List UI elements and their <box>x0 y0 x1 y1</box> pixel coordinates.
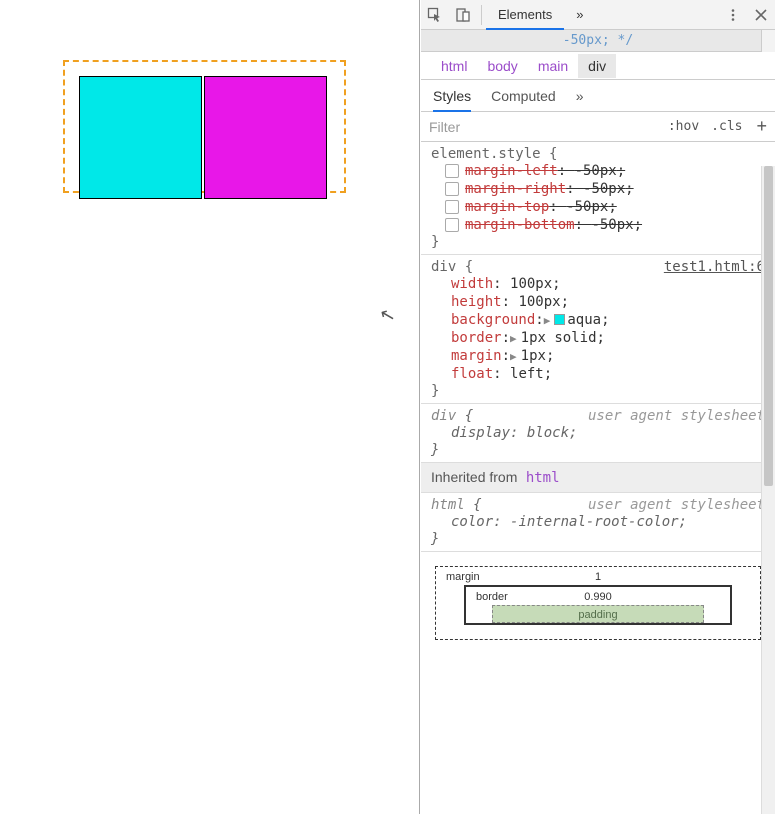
elements-panel-tab[interactable]: Elements <box>486 0 564 30</box>
crumb-div[interactable]: div <box>578 54 616 78</box>
subtabs-overflow-icon[interactable]: » <box>576 80 584 112</box>
dom-scroll-arrow-icon[interactable] <box>761 30 775 52</box>
box-model-diagram[interactable]: margin 1 border 0.990 padding <box>421 552 775 640</box>
disclosure-triangle-icon[interactable]: ▶ <box>544 314 551 327</box>
rendered-page-viewport: ↖ <box>0 0 420 814</box>
inspect-element-icon[interactable] <box>421 1 449 29</box>
styles-rules-list: element.style { margin-left: -50px; marg… <box>421 142 775 814</box>
panel-tabs-overflow-icon[interactable]: » <box>564 0 595 30</box>
crumb-body[interactable]: body <box>477 54 527 78</box>
scrollbar-thumb[interactable] <box>764 166 773 486</box>
dom-breadcrumb: html body main div <box>421 52 775 80</box>
crumb-html[interactable]: html <box>431 54 477 78</box>
cls-toggle[interactable]: .cls <box>705 119 748 134</box>
highlighted-container <box>63 60 346 193</box>
styles-tab[interactable]: Styles <box>433 80 471 112</box>
computed-tab[interactable]: Computed <box>491 80 556 112</box>
rule-element-style[interactable]: element.style { margin-left: -50px; marg… <box>421 142 775 255</box>
inherited-from-header: Inherited from html <box>421 463 775 493</box>
rule-div-useragent[interactable]: user agent stylesheet div { display: blo… <box>421 404 775 463</box>
devtools-toolbar: Elements » <box>421 0 775 30</box>
styles-filter-bar: :hov .cls + <box>421 112 775 142</box>
rule-html-useragent[interactable]: user agent stylesheet html { color: -int… <box>421 493 775 552</box>
disclosure-triangle-icon[interactable]: ▶ <box>510 350 517 363</box>
styles-subtabs: Styles Computed » <box>421 80 775 112</box>
crumb-main[interactable]: main <box>528 54 578 78</box>
device-toolbar-icon[interactable] <box>449 1 477 29</box>
disclosure-triangle-icon[interactable]: ▶ <box>510 332 517 345</box>
new-style-rule-icon[interactable]: + <box>748 116 775 137</box>
styles-scrollbar[interactable] <box>761 166 775 814</box>
color-swatch-icon[interactable] <box>554 314 565 325</box>
aqua-box <box>79 76 202 199</box>
toggle-checkbox[interactable] <box>445 200 459 214</box>
toggle-checkbox[interactable] <box>445 164 459 178</box>
close-devtools-icon[interactable] <box>747 1 775 29</box>
toggle-checkbox[interactable] <box>445 218 459 232</box>
kebab-menu-icon[interactable] <box>719 1 747 29</box>
hov-toggle[interactable]: :hov <box>662 119 705 134</box>
source-link[interactable]: test1.html:6 <box>664 259 765 275</box>
rule-div-stylesheet[interactable]: test1.html:6 div { width: 100px; height:… <box>421 255 775 404</box>
magenta-box <box>204 76 327 199</box>
dom-tree-fragment[interactable]: -50px; */ <box>421 30 775 52</box>
mouse-cursor-icon: ↖ <box>378 303 398 327</box>
toggle-checkbox[interactable] <box>445 182 459 196</box>
filter-input[interactable] <box>421 115 662 139</box>
devtools-panel: Elements » -50px; */ html body main div … <box>421 0 775 814</box>
